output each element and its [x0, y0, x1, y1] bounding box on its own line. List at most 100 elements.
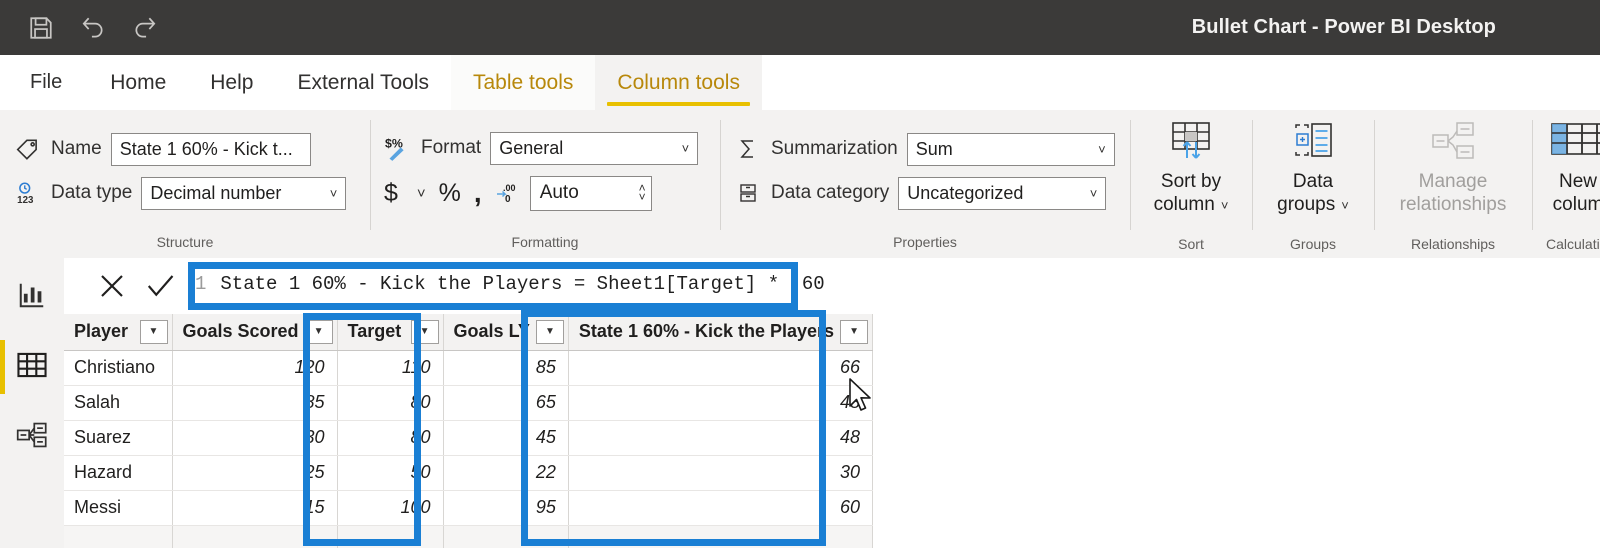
cell-state1: 60 [568, 490, 874, 526]
manage-relationships-line1: Manage [1418, 171, 1488, 192]
column-header-goals-scored[interactable]: Goals Scored ▼ [172, 314, 338, 351]
chevron-down-icon: ˅ [1098, 141, 1106, 157]
cell-state1: 30 [568, 455, 874, 491]
currency-chevron-down-icon[interactable]: ˅ [417, 185, 426, 202]
filter-dropdown-icon[interactable]: ▼ [840, 319, 869, 344]
data-groups-line2: groups [1277, 194, 1336, 215]
redo-icon[interactable] [130, 13, 160, 43]
cell-goals-ly: 85 [443, 350, 569, 386]
cell-empty [64, 525, 173, 548]
cell-goals-ly: 45 [443, 420, 569, 456]
tab-home[interactable]: Home [88, 55, 188, 110]
ribbon-tab-strip: File Home Help External Tools Table tool… [0, 55, 1600, 111]
sort-by-column-button[interactable]: Sort by column ˅ [1144, 110, 1238, 234]
sort-by-column-icon [1169, 118, 1213, 164]
group-label-properties: Properties [893, 234, 957, 250]
cell-state1: 66 [568, 350, 874, 386]
table-grid-icon [16, 350, 48, 385]
cell-target: 50 [337, 455, 444, 491]
cell-player: Messi [64, 490, 173, 526]
cancel-x-icon[interactable] [88, 258, 136, 314]
name-input[interactable]: State 1 60% - Kick t... [110, 132, 311, 166]
formula-input[interactable]: 1 State 1 60% - Kick the Players = Sheet… [188, 264, 825, 304]
cell-empty [172, 525, 338, 548]
tab-file[interactable]: File [0, 55, 88, 110]
column-header-player[interactable]: Player ▼ [64, 314, 173, 351]
data-type-value: Decimal number [150, 182, 282, 203]
manage-relationships-icon [1430, 118, 1476, 164]
manage-relationships-button[interactable]: Manage relationships [1388, 110, 1518, 234]
table-row[interactable]: Suarez 30 80 45 48 [64, 420, 874, 456]
summarization-select[interactable]: Sum ˅ [906, 132, 1115, 166]
table-row[interactable]: Christiano 120 110 85 66 [64, 350, 874, 386]
svg-text:0: 0 [505, 194, 511, 204]
ribbon-group-properties: Summarization Sum ˅ Data category Uncate… [720, 110, 1130, 258]
stepper-arrows[interactable]: ˄ ˅ [639, 182, 646, 203]
tab-external-tools[interactable]: External Tools [275, 55, 451, 110]
sigma-icon [734, 135, 762, 163]
cell-goals-ly: 95 [443, 490, 569, 526]
datatype-123-icon: 123 [14, 179, 42, 207]
filter-dropdown-icon[interactable]: ▼ [410, 319, 439, 344]
data-category-value: Uncategorized [907, 182, 1024, 203]
ribbon-group-relationships: Manage relationships Relationships [1374, 110, 1532, 258]
ribbon-group-structure: Name State 1 60% - Kick t... 123 Data ty… [0, 110, 370, 258]
save-icon[interactable] [26, 13, 56, 43]
column-header-target[interactable]: Target ▼ [337, 314, 444, 351]
cell-goals-scored: 15 [172, 490, 338, 526]
currency-format-button[interactable]: $ [384, 180, 398, 206]
data-type-select[interactable]: Decimal number ˅ [141, 176, 347, 210]
cell-empty [443, 525, 569, 548]
ribbon-group-sort: Sort by column ˅ Sort [1130, 110, 1252, 258]
tag-icon [14, 135, 42, 163]
tab-help[interactable]: Help [188, 55, 275, 110]
ribbon-group-groups: Data groups ˅ Groups [1252, 110, 1374, 258]
group-label-calculations: Calculati [1546, 236, 1600, 252]
tab-column-tools[interactable]: Column tools [595, 55, 762, 110]
cell-player: Salah [64, 385, 173, 421]
filter-dropdown-icon[interactable]: ▼ [304, 319, 333, 344]
cell-player: Suarez [64, 420, 173, 456]
column-header-goals-ly[interactable]: Goals LY ▼ [443, 314, 569, 351]
format-field-row: $% Format General ˅ [384, 131, 699, 165]
data-grid: Player ▼ Goals Scored ▼ Target ▼ Goals L… [64, 314, 1600, 548]
view-switcher-sidebar [0, 258, 65, 548]
data-groups-button[interactable]: Data groups ˅ [1266, 110, 1360, 234]
sidebar-item-data-view[interactable] [0, 336, 64, 398]
undo-icon[interactable] [78, 13, 108, 43]
sidebar-item-model-view[interactable] [0, 406, 64, 468]
ribbon: Name State 1 60% - Kick t... 123 Data ty… [0, 110, 1600, 259]
accept-check-icon[interactable] [136, 258, 184, 314]
table-row[interactable]: Salah 85 80 65 48 [64, 385, 874, 421]
manage-relationships-line2: relationships [1399, 194, 1507, 215]
sort-by-column-line1: Sort by [1160, 171, 1222, 192]
stepper-down-icon[interactable]: ˅ [639, 191, 646, 203]
data-table: Player ▼ Goals Scored ▼ Target ▼ Goals L… [64, 314, 874, 548]
cell-state1: 48 [568, 385, 874, 421]
summarization-field-row: Summarization Sum ˅ [734, 132, 1115, 166]
percent-format-button[interactable]: % [439, 180, 461, 206]
table-row[interactable]: Hazard 25 50 22 30 [64, 455, 874, 491]
filter-dropdown-icon[interactable]: ▼ [535, 319, 564, 344]
cell-target: 80 [337, 385, 444, 421]
thousands-separator-button[interactable]: , [474, 179, 482, 207]
formula-text: State 1 60% - Kick the Players = Sheet1[… [220, 273, 825, 295]
window-title: Bullet Chart - Power BI Desktop [1191, 16, 1496, 38]
tab-table-tools[interactable]: Table tools [451, 55, 596, 110]
filter-dropdown-icon[interactable]: ▼ [139, 319, 168, 344]
svg-text:.00: .00 [503, 183, 516, 193]
decimal-places-button[interactable]: .00 0 [495, 182, 521, 204]
sort-by-column-line2: column [1153, 194, 1215, 215]
new-column-button[interactable]: New colum [1550, 110, 1600, 234]
data-type-label: Data type [51, 182, 133, 203]
cell-goals-scored: 120 [172, 350, 338, 386]
data-category-label: Data category [771, 182, 890, 203]
group-label-groups: Groups [1290, 236, 1336, 252]
data-category-select[interactable]: Uncategorized ˅ [898, 176, 1107, 210]
column-header-state1[interactable]: State 1 60% - Kick the Players ▼ [568, 314, 874, 351]
format-select[interactable]: General ˅ [490, 131, 699, 165]
sidebar-item-report-view[interactable] [0, 266, 64, 328]
group-label-structure: Structure [156, 234, 214, 250]
table-row[interactable]: Messi 15 100 95 60 [64, 490, 874, 526]
decimal-places-stepper[interactable]: Auto ˄ ˅ [529, 175, 652, 211]
